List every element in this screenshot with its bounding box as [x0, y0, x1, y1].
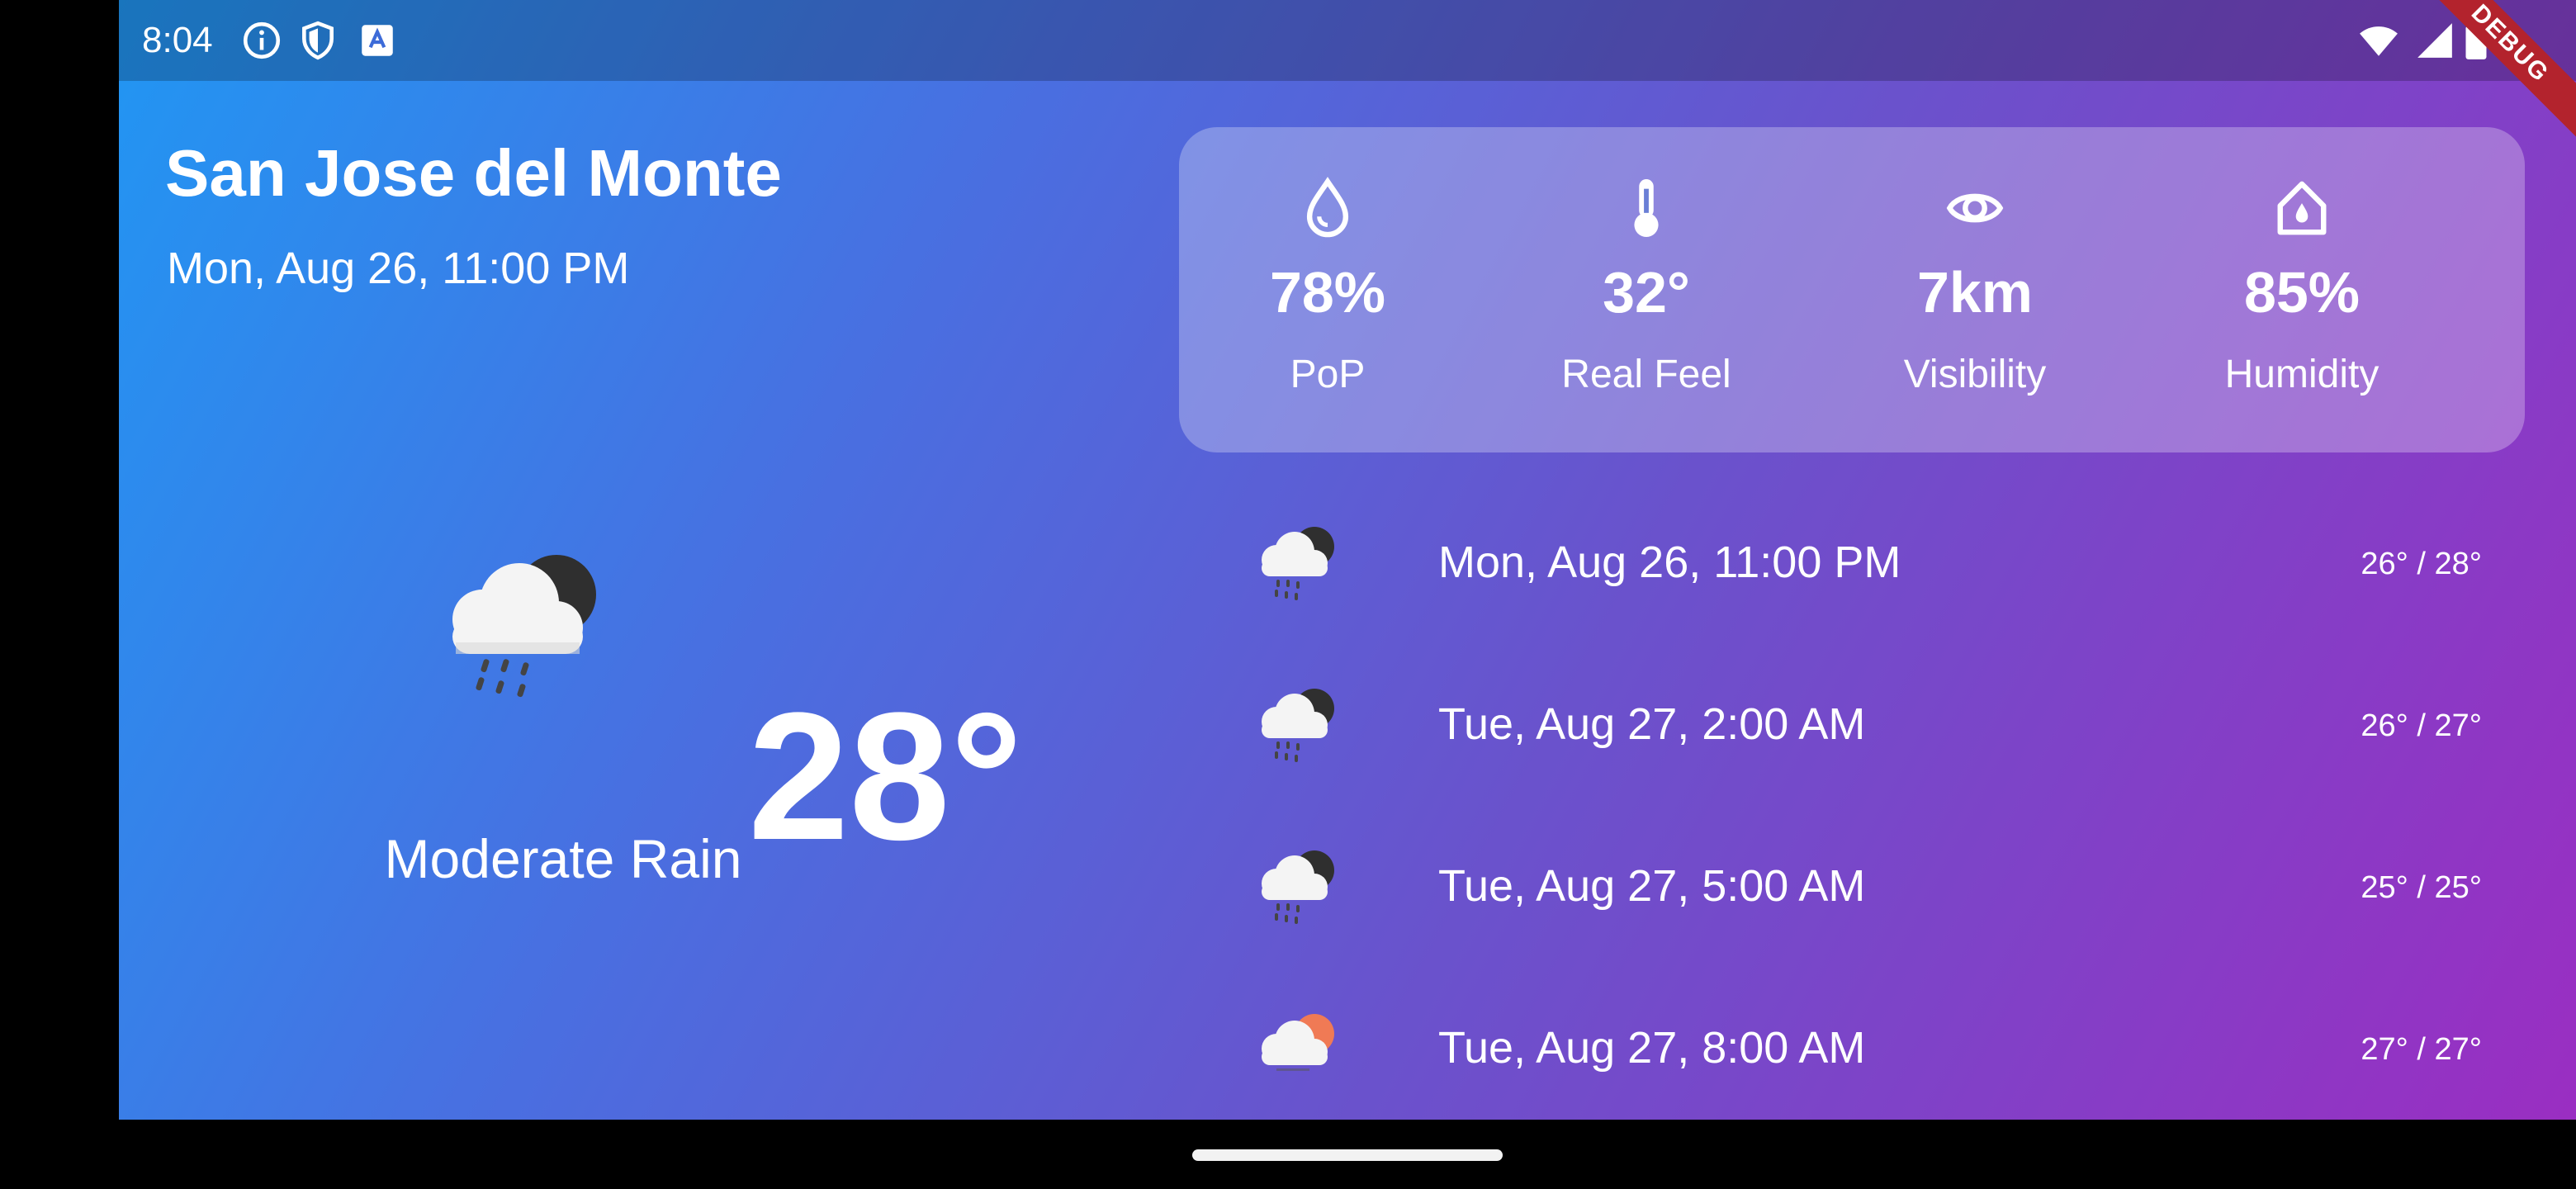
- forecast-row[interactable]: Tue, Aug 27, 8:00 AM 27° / 27°: [1252, 996, 2576, 1103]
- forecast-row[interactable]: Tue, Aug 27, 5:00 AM 25° / 25°: [1252, 834, 2576, 941]
- forecast-temp-range: 27° / 27°: [2361, 1032, 2482, 1067]
- current-temperature: 28°: [748, 675, 1023, 878]
- weather-app: 8:04 DEBUG San Jose del Monte Mon, Aug 2…: [119, 0, 2576, 1120]
- status-bar: 8:04: [119, 0, 2576, 81]
- forecast-temp-range: 26° / 27°: [2361, 708, 2482, 743]
- detail-humidity: 85% Humidity: [2153, 127, 2451, 452]
- thermometer-icon: [1617, 177, 1675, 239]
- forecast-date: Mon, Aug 26, 11:00 PM: [1438, 538, 1901, 587]
- wifi-icon: [2358, 20, 2399, 61]
- forecast-date: Tue, Aug 27, 5:00 AM: [1438, 861, 1866, 911]
- weather-condition: Moderate Rain: [384, 828, 742, 889]
- phone-screen: 8:04 DEBUG San Jose del Monte Mon, Aug 2…: [0, 0, 2576, 1189]
- rain-cloud-night-icon: [433, 537, 614, 710]
- keyboard-a-icon: [357, 20, 398, 61]
- forecast-date: Tue, Aug 27, 2:00 AM: [1438, 699, 1866, 749]
- rain-cloud-night-icon: [1252, 517, 1344, 609]
- detail-label: Real Feel: [1561, 353, 1731, 396]
- current-date: Mon, Aug 26, 11:00 PM: [167, 244, 630, 293]
- forecast-temp-range: 25° / 25°: [2361, 870, 2482, 905]
- detail-value: 78%: [1269, 260, 1386, 324]
- info-icon: [241, 20, 282, 61]
- rain-cloud-night-icon: [1252, 679, 1344, 771]
- droplet-icon: [1299, 177, 1357, 239]
- detail-value: 7km: [1916, 260, 2034, 324]
- detail-label: PoP: [1290, 353, 1366, 396]
- home-humidity-icon: [2273, 177, 2331, 239]
- detail-label: Humidity: [2224, 353, 2379, 396]
- forecast-temp-range: 26° / 28°: [2361, 547, 2482, 581]
- status-time: 8:04: [142, 20, 213, 60]
- eye-icon: [1946, 177, 2004, 239]
- detail-pop: 78% PoP: [1179, 127, 1476, 452]
- detail-real-feel: 32° Real Feel: [1498, 127, 1795, 452]
- rain-cloud-night-icon: [1252, 841, 1344, 933]
- details-card: 78% PoP 32° Real Feel 7km Visibility 85%…: [1179, 127, 2525, 452]
- forecast-date: Tue, Aug 27, 8:00 AM: [1438, 1023, 1866, 1073]
- cloud-sun-icon: [1252, 1002, 1344, 1095]
- shield-icon: [297, 20, 339, 61]
- navigation-gesture-handle[interactable]: [1192, 1149, 1503, 1161]
- forecast-row[interactable]: Tue, Aug 27, 2:00 AM 26° / 27°: [1252, 672, 2576, 779]
- detail-value: 85%: [2243, 260, 2361, 324]
- forecast-row[interactable]: Mon, Aug 26, 11:00 PM 26° / 28°: [1252, 510, 2576, 618]
- city-name: San Jose del Monte: [165, 136, 782, 210]
- signal-icon: [2414, 20, 2455, 61]
- detail-visibility: 7km Visibility: [1826, 127, 2124, 452]
- detail-label: Visibility: [1903, 353, 2047, 396]
- detail-value: 32°: [1603, 260, 1690, 324]
